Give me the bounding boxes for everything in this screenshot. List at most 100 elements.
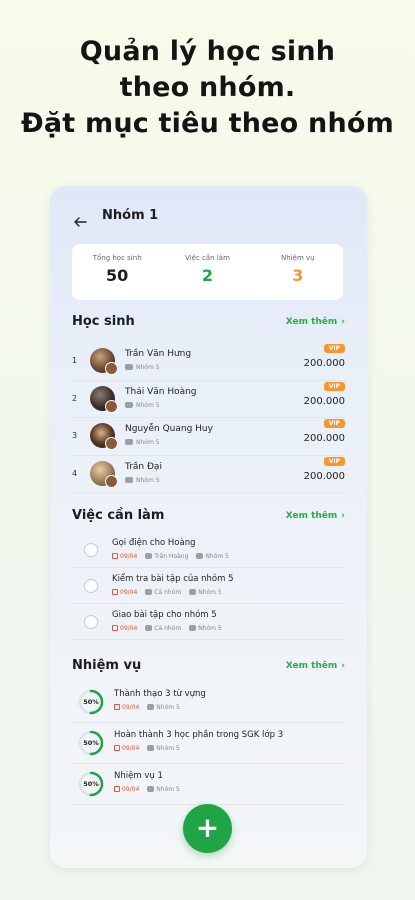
headline-line-1: Quản lý học sinh [79, 36, 336, 67]
progress-label: 50% [83, 698, 99, 706]
phone-screen: Nhóm 1 Tổng học sinh 50 Việc cần làm 2 N… [50, 186, 367, 868]
group-label: Nhóm 5 [136, 439, 160, 446]
stat-value: 3 [292, 266, 304, 285]
page-title: Nhóm 1 [102, 208, 159, 223]
row-index: 1 [72, 356, 78, 365]
todos-see-more-link[interactable]: Xem thêm › [286, 511, 345, 521]
task-meta: 09/04 Nhóm 5 [114, 704, 180, 711]
student-group: Nhóm 5 [125, 476, 160, 484]
task-group: Nhóm 5 [156, 704, 180, 711]
person-icon [145, 589, 153, 595]
group-icon [125, 401, 133, 408]
promo-headline: Quản lý học sinh theo nhóm. Đặt mục tiêu… [0, 34, 415, 142]
task-title: Hoàn thành 3 học phần trong SGK lớp 3 [114, 730, 284, 740]
vip-badge: VIP [323, 456, 345, 466]
todo-date: 09/04 [120, 589, 138, 596]
vip-badge: VIP [323, 419, 345, 428]
list-item[interactable]: Kiểm tra bài tập của nhóm 5 09/04 Cả nhóm… [72, 568, 345, 604]
stat-total-students: Tổng học sinh 50 [72, 244, 162, 300]
group-icon [196, 553, 204, 559]
group-label: Nhóm 5 [136, 476, 160, 484]
calendar-icon [114, 786, 120, 792]
stat-value: 2 [201, 266, 214, 285]
person-icon [145, 553, 153, 559]
chevron-right-icon: › [341, 511, 345, 521]
todo-checkbox[interactable] [84, 579, 98, 593]
student-group: Nhóm 5 [125, 401, 160, 409]
stat-label: Việc cần làm [185, 254, 230, 262]
row-index: 4 [72, 468, 78, 478]
task-meta: 09/04 Nhóm 5 [114, 745, 180, 752]
list-item[interactable]: Gọi điện cho Hoàng 09/04 Trần Hoàng Nhóm 5 [72, 532, 345, 568]
todo-meta: 09/04 Cả nhóm Nhóm 5 [112, 589, 222, 596]
vip-badge: VIP [323, 344, 345, 353]
list-item[interactable]: 2 Thái Văn Hoàng Nhóm 5 VIP 200.000 [72, 381, 345, 418]
todo-group: Nhóm 5 [198, 589, 222, 596]
calendar-icon [114, 745, 120, 751]
task-group: Nhóm 5 [156, 745, 180, 752]
todo-checkbox[interactable] [84, 615, 98, 629]
student-price: 200.000 [303, 395, 345, 407]
todo-checkbox[interactable] [84, 543, 98, 557]
tasks-list: 50% Thành thạo 3 từ vựng 09/04 Nhóm 5 50%… [72, 682, 345, 805]
stats-card: Tổng học sinh 50 Việc cần làm 2 Nhiệm vụ… [72, 244, 343, 300]
task-date: 09/04 [122, 704, 140, 711]
stat-todos: Việc cần làm 2 [162, 244, 252, 300]
calendar-icon [114, 704, 120, 710]
calendar-icon [112, 553, 118, 559]
progress-label: 50% [83, 739, 99, 747]
vip-badge: VIP [323, 381, 345, 391]
group-label: Nhóm 5 [136, 364, 160, 371]
todos-list: Gọi điện cho Hoàng 09/04 Trần Hoàng Nhóm 5… [72, 532, 345, 640]
group-icon [147, 786, 155, 792]
person-icon [145, 625, 153, 631]
list-item[interactable]: Giao bài tập cho nhóm 5 09/04 Cả nhóm Nhóm… [72, 604, 345, 640]
headline-line-3: Đặt mục tiêu theo nhóm [21, 108, 394, 139]
todo-title: Kiểm tra bài tập của nhóm 5 [112, 574, 234, 584]
task-title: Nhiệm vụ 1 [114, 771, 163, 781]
stat-value: 50 [106, 266, 129, 285]
calendar-icon [112, 589, 118, 595]
row-index: 3 [72, 431, 78, 440]
list-item[interactable]: 50% Hoàn thành 3 học phần trong SGK lớp … [72, 723, 345, 764]
list-item[interactable]: 4 Trần Đại Nhóm 5 VIP 200.000 [72, 456, 345, 493]
section-title: Việc cần làm [72, 508, 165, 523]
row-index: 2 [72, 393, 78, 403]
avatar [90, 460, 118, 488]
list-item[interactable]: 3 Nguyễn Quang Huy Nhóm 5 VIP 200.000 [72, 418, 345, 456]
todo-person: Cả nhóm [154, 589, 182, 596]
stat-tasks: Nhiệm vụ 3 [253, 244, 343, 300]
student-price: 200.000 [303, 470, 345, 482]
tasks-see-more-link[interactable]: Xem thêm › [286, 661, 345, 671]
add-button[interactable]: + [183, 804, 232, 853]
student-price: 200.000 [303, 358, 345, 369]
back-arrow-icon[interactable] [72, 214, 88, 230]
student-name: Thái Văn Hoàng [125, 386, 197, 397]
chevron-right-icon: › [341, 317, 345, 327]
todo-group: Nhóm 5 [205, 553, 229, 560]
list-item[interactable]: 50% Thành thạo 3 từ vựng 09/04 Nhóm 5 [72, 682, 345, 723]
chevron-right-icon: › [341, 661, 345, 671]
students-see-more-link[interactable]: Xem thêm › [286, 317, 345, 327]
tasks-section-header: Nhiệm vụ Xem thêm › [72, 658, 345, 678]
section-title: Nhiệm vụ [72, 658, 142, 673]
todos-section-header: Việc cần làm Xem thêm › [72, 508, 345, 528]
task-date: 09/04 [122, 745, 140, 752]
group-icon [125, 476, 133, 483]
todo-title: Gọi điện cho Hoàng [112, 538, 196, 548]
list-item[interactable]: 1 Trần Văn Hưng Nhóm 5 VIP 200.000 [72, 343, 345, 381]
list-item[interactable]: 50% Nhiệm vụ 1 09/04 Nhóm 5 [72, 764, 345, 805]
see-more-label: Xem thêm [285, 661, 338, 671]
see-more-label: Xem thêm [285, 317, 338, 327]
avatar [90, 423, 118, 450]
student-name: Nguyễn Quang Huy [125, 424, 213, 434]
task-group: Nhóm 5 [156, 786, 180, 793]
student-name: Trần Văn Hưng [125, 349, 192, 359]
todo-meta: 09/04 Cả nhóm Nhóm 5 [112, 625, 222, 632]
group-icon [125, 439, 133, 445]
avatar [90, 385, 118, 413]
student-price: 200.000 [303, 433, 345, 444]
calendar-icon [112, 625, 118, 631]
group-icon [147, 745, 155, 751]
see-more-label: Xem thêm [285, 511, 338, 521]
